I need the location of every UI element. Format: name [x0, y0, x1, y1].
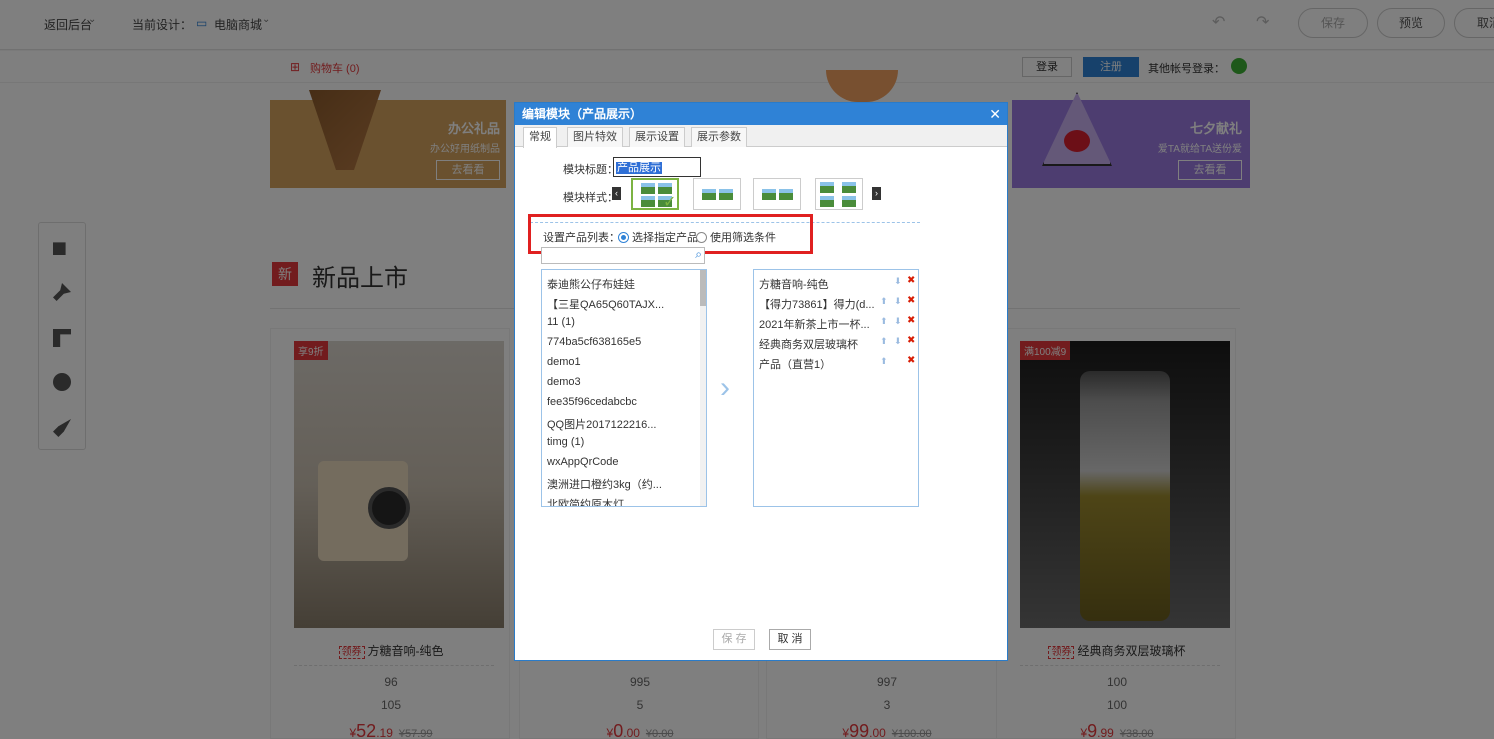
list-item[interactable]: 【三星QA65Q60TAJX... [547, 296, 664, 312]
style-thumbnail [842, 196, 856, 207]
delete-icon[interactable]: ✖ [907, 295, 915, 306]
scrollbar-thumb[interactable] [700, 270, 706, 306]
style-thumbnail [820, 196, 834, 207]
style-thumbnail [762, 189, 776, 200]
list-item[interactable]: 泰迪熊公仔布娃娃 [547, 276, 635, 292]
module-title-label: 模块标题： [563, 164, 618, 176]
module-title-input[interactable]: 产品展示 [613, 157, 701, 177]
list-item[interactable]: 经典商务双层玻璃杯 [759, 336, 858, 352]
list-item[interactable]: demo1 [547, 356, 581, 368]
move-up-icon[interactable]: ⬆ [880, 296, 888, 307]
move-down-icon[interactable]: ⬇ [894, 296, 902, 307]
delete-icon[interactable]: ✖ [907, 275, 915, 286]
style-thumbnail [641, 183, 655, 194]
dialog-save-button[interactable]: 保 存 [713, 629, 755, 650]
list-item[interactable]: timg (1) [547, 436, 584, 448]
style-option-2[interactable] [693, 178, 741, 210]
product-search-input[interactable]: ⌕ [541, 247, 705, 264]
radio-filter-conditions[interactable]: 使用筛选条件 [696, 229, 776, 245]
list-item[interactable]: 产品（直营1） [759, 356, 831, 372]
search-icon[interactable]: ⌕ [695, 247, 702, 262]
delete-icon[interactable]: ✖ [907, 355, 915, 366]
style-thumbnail [842, 182, 856, 193]
list-item[interactable]: demo3 [547, 376, 581, 388]
style-option-4[interactable] [815, 178, 863, 210]
check-icon: ✓ [663, 194, 677, 211]
style-option-3[interactable] [753, 178, 801, 210]
move-down-icon[interactable]: ⬇ [894, 336, 902, 347]
delete-icon[interactable]: ✖ [907, 315, 915, 326]
list-item[interactable]: 2021年新茶上市一杯... [759, 316, 870, 332]
list-item[interactable]: 【得力73861】得力(d... [759, 296, 875, 312]
move-down-icon[interactable]: ⬇ [894, 276, 902, 287]
list-item[interactable]: wxAppQrCode [547, 456, 619, 468]
next-style-button[interactable]: › [872, 187, 881, 200]
prev-style-button[interactable]: ‹ [612, 187, 621, 200]
list-item[interactable]: 11 (1) [547, 316, 575, 328]
list-item[interactable]: 方糖音响-纯色 [759, 276, 829, 292]
radio-select-products[interactable]: 选择指定产品 [618, 229, 698, 245]
selected-products-list[interactable]: 方糖音响-纯色 【得力73861】得力(d... 2021年新茶上市一杯... … [753, 269, 919, 507]
move-up-icon[interactable]: ⬆ [880, 356, 888, 367]
list-item[interactable]: fee35f96cedabcbc [547, 396, 637, 408]
edit-module-dialog: 编辑模块（产品展示） ✕ 常规 图片特效 展示设置 展示参数 模块标题： 产品展… [514, 102, 1008, 661]
list-item[interactable]: 北欧简约原木灯 [547, 496, 624, 506]
tab-display-params[interactable]: 展示参数 [691, 127, 747, 147]
tab-image-effects[interactable]: 图片特效 [567, 127, 623, 147]
style-thumbnail [702, 189, 716, 200]
delete-icon[interactable]: ✖ [907, 335, 915, 346]
style-thumbnail [779, 189, 793, 200]
style-option-1[interactable]: ✓ [631, 178, 679, 211]
dialog-title: 编辑模块（产品展示） [522, 107, 643, 121]
move-down-icon[interactable]: ⬇ [894, 316, 902, 327]
tab-general[interactable]: 常规 [523, 127, 557, 148]
radio-label: 使用筛选条件 [710, 232, 776, 244]
dialog-cancel-button[interactable]: 取 消 [769, 629, 811, 650]
style-thumbnail [641, 196, 655, 207]
scrollbar[interactable] [700, 270, 706, 506]
radio-unchecked-icon[interactable] [696, 232, 707, 243]
list-item[interactable]: QQ图片2017122216... [547, 416, 656, 432]
dialog-header: 编辑模块（产品展示） ✕ [515, 103, 1007, 125]
radio-checked-icon[interactable] [618, 232, 629, 243]
chevron-right-icon[interactable]: › [720, 373, 730, 403]
available-products-list[interactable]: 泰迪熊公仔布娃娃 【三星QA65Q60TAJX... 11 (1) 774ba5… [541, 269, 707, 507]
move-up-icon[interactable]: ⬆ [880, 316, 888, 327]
dialog-tabs: 常规 图片特效 展示设置 展示参数 [515, 125, 1007, 148]
move-up-icon[interactable]: ⬆ [880, 336, 888, 347]
list-item[interactable]: 澳洲进口橙约3kg（约... [547, 476, 662, 492]
list-item[interactable]: 774ba5cf638165e5 [547, 336, 641, 348]
module-style-label: 模块样式： [563, 192, 618, 204]
product-list-label: 设置产品列表： [543, 232, 620, 244]
tab-display-settings[interactable]: 展示设置 [629, 127, 685, 147]
style-thumbnail [820, 182, 834, 193]
close-icon[interactable]: ✕ [989, 103, 1001, 125]
style-thumbnail [719, 189, 733, 200]
radio-label: 选择指定产品 [632, 232, 698, 244]
module-title-value: 产品展示 [616, 162, 662, 174]
